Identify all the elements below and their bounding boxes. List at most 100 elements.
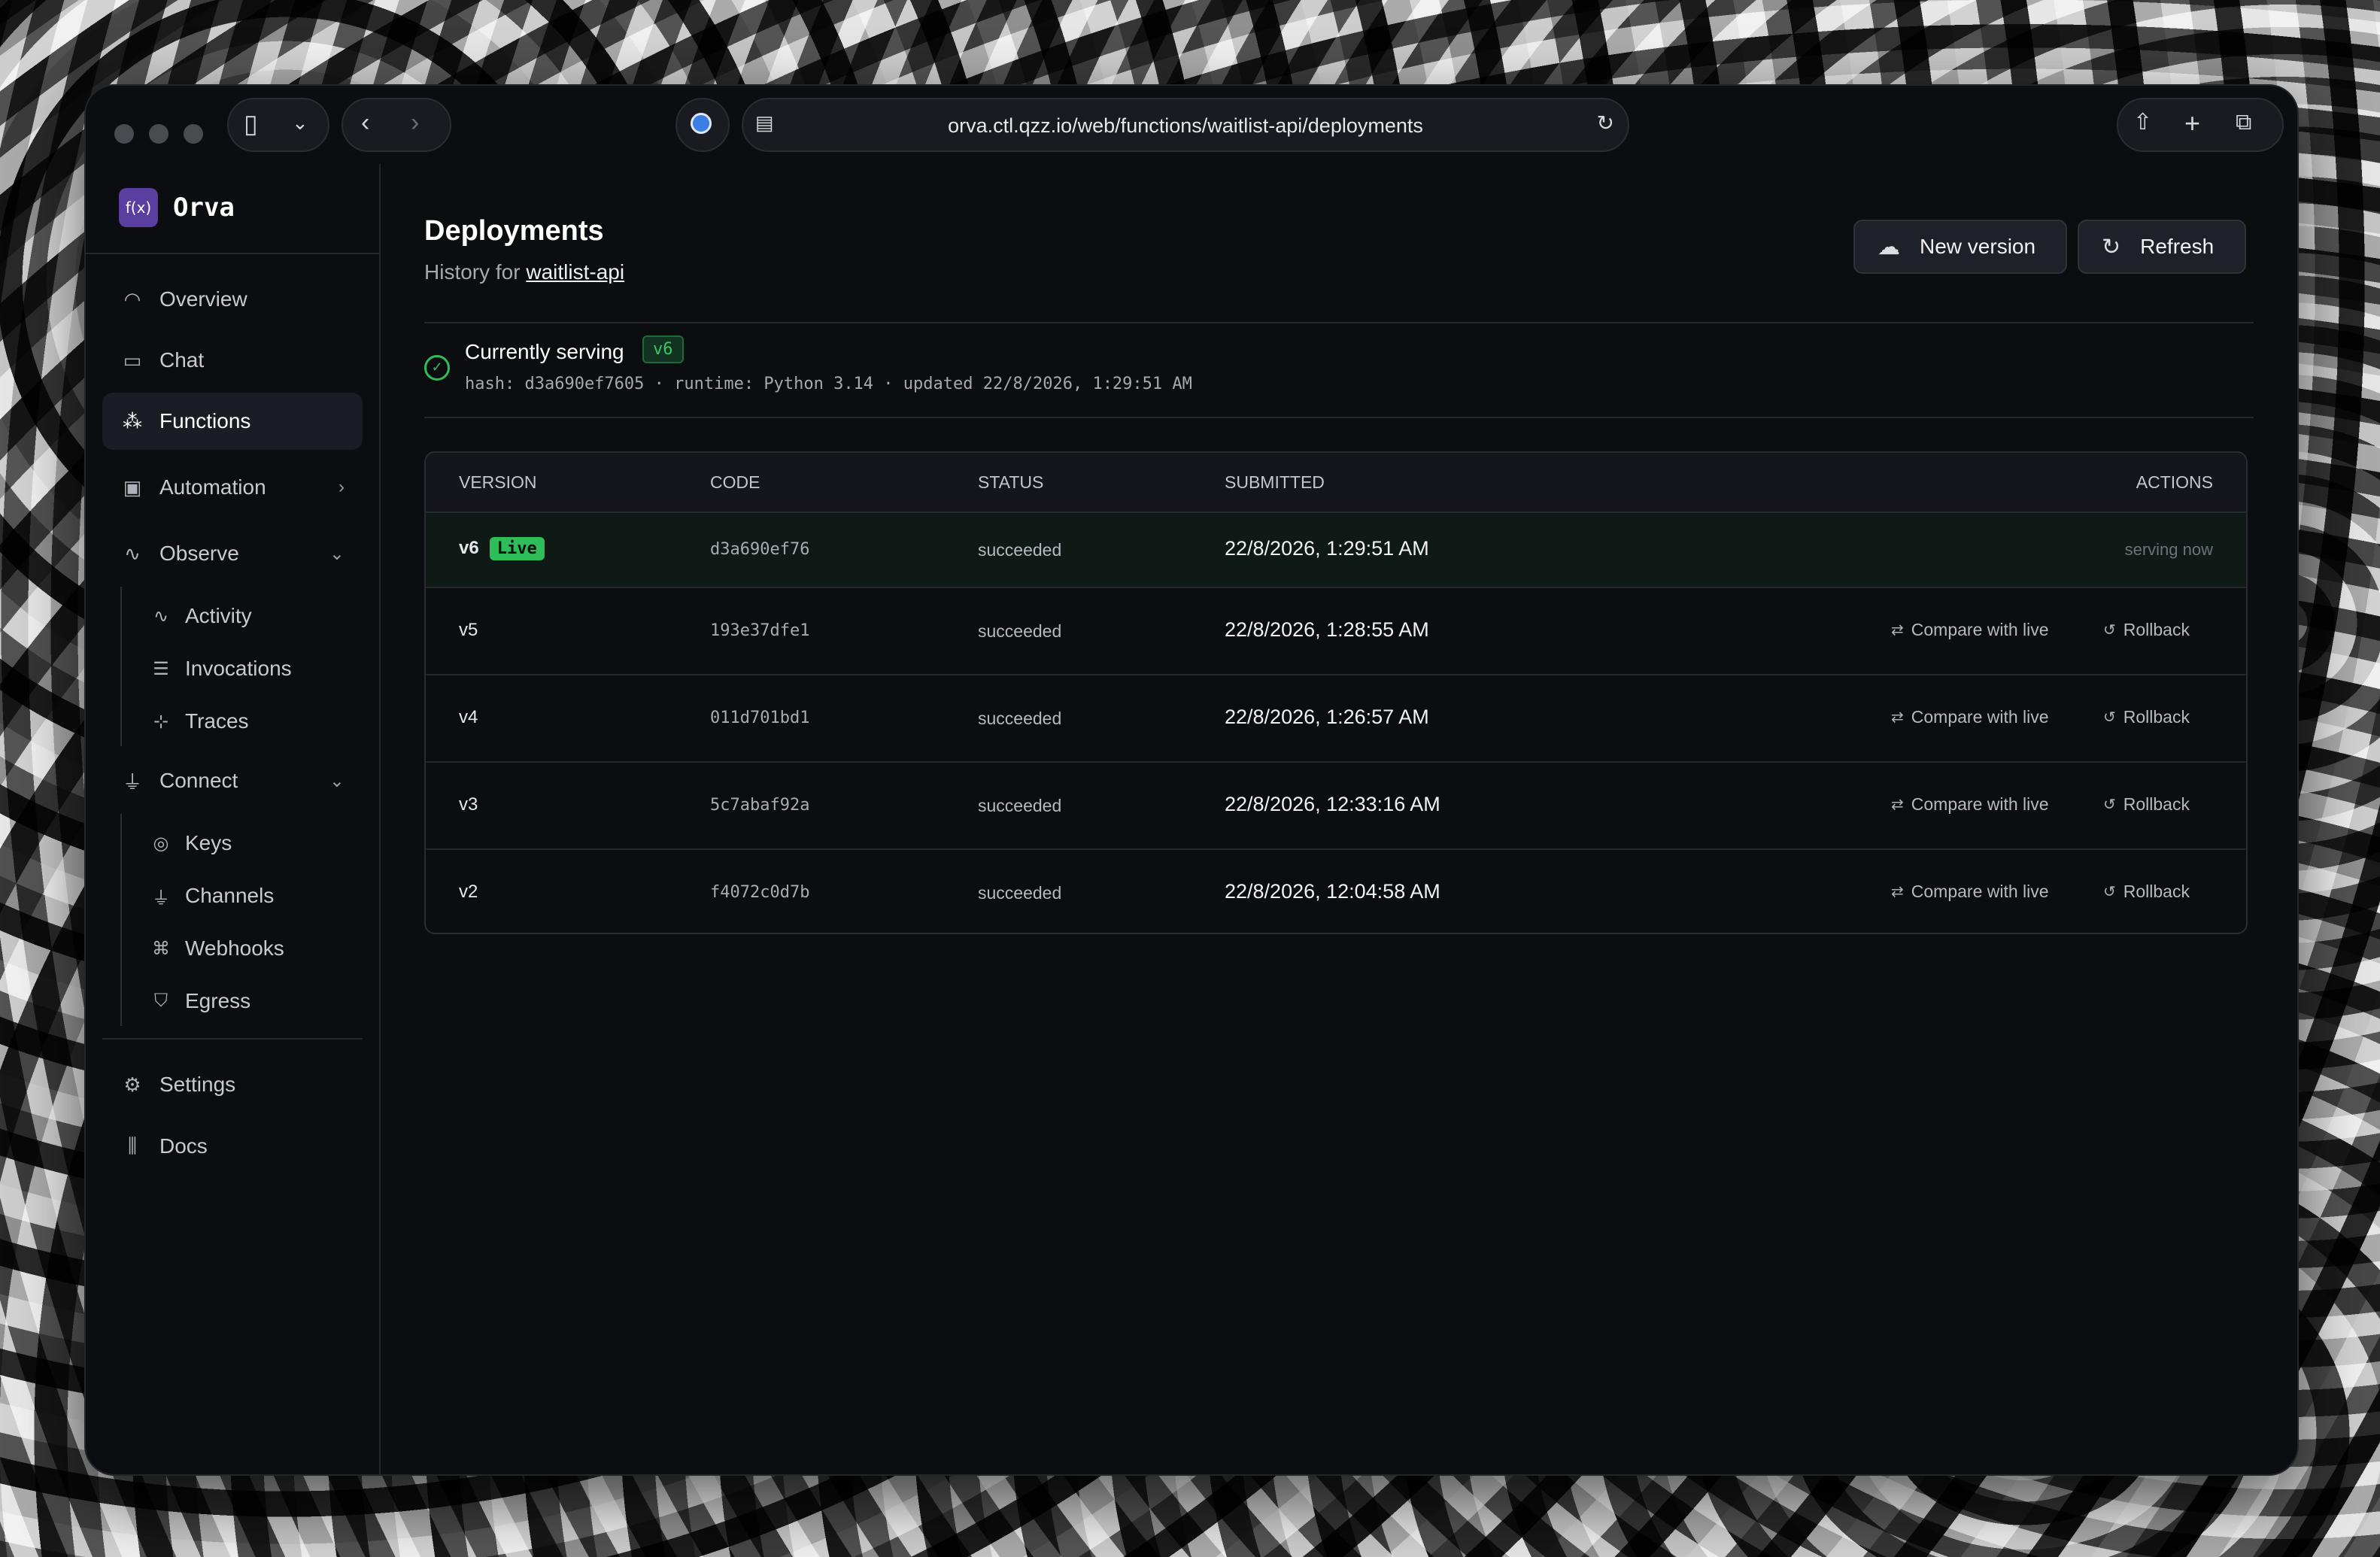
- serving-title: Currently serving: [465, 340, 624, 363]
- new-version-button[interactable]: ☁ New version: [1853, 220, 2067, 274]
- sidebar-item-label: Webhooks: [185, 936, 284, 960]
- column-header-submitted: SUBMITTED: [1225, 472, 1325, 492]
- rollback-button[interactable]: ↺ Rollback: [2103, 707, 2190, 727]
- tab-overview-icon[interactable]: ⧉: [2236, 111, 2251, 134]
- address-bar[interactable]: ▤ orva.ctl.qzz.io/web/functions/waitlist…: [742, 98, 1629, 152]
- sidebar-item-channels[interactable]: ⏚ Channels: [132, 873, 358, 919]
- activity-icon: ∿: [153, 606, 169, 627]
- serving-version-badge: v6: [642, 335, 684, 363]
- chat-icon: ▭: [123, 348, 142, 372]
- main-content: Deployments History for waitlist-api ☁ N…: [381, 164, 2297, 1474]
- sidebar: f(x) Orva ◠ Overview ▭ Chat ⁂ Functions …: [86, 164, 381, 1474]
- status-text: succeeded: [978, 709, 1062, 728]
- sidebar-item-label: Channels: [185, 884, 275, 907]
- back-button[interactable]: ‹: [361, 110, 369, 135]
- sidebar-item-traces[interactable]: ⊹ Traces: [132, 698, 358, 745]
- refresh-button[interactable]: ↻ Refresh: [2078, 220, 2246, 274]
- close-window-button[interactable]: [114, 124, 134, 144]
- sidebar-icon: ▯: [244, 110, 258, 138]
- table-row: v6 Live d3a690ef76 succeeded 22/8/2026, 1…: [426, 513, 2246, 588]
- compare-with-live-button[interactable]: ⇄ Compare with live: [1891, 620, 2049, 640]
- chevron-down-icon: ⌄: [329, 543, 345, 564]
- rollback-button[interactable]: ↺ Rollback: [2103, 794, 2190, 815]
- new-version-label: New version: [1920, 235, 2036, 258]
- sidebar-item-settings[interactable]: ⚙ Settings: [102, 1056, 363, 1113]
- password-manager-icon: [691, 113, 712, 134]
- live-badge: Live: [489, 537, 545, 560]
- sidebar-item-webhooks[interactable]: ⌘ Webhooks: [132, 925, 358, 972]
- brand[interactable]: f(x) Orva: [119, 187, 235, 229]
- divider: [102, 1038, 363, 1040]
- sidebar-item-automation[interactable]: ▣ Automation ›: [102, 459, 363, 516]
- password-manager-button[interactable]: [675, 98, 730, 152]
- forward-button[interactable]: ›: [411, 110, 419, 135]
- rollback-button[interactable]: ↺ Rollback: [2103, 882, 2190, 902]
- table-row: v5 193e37dfe1 succeeded 22/8/2026, 1:28:…: [426, 588, 2246, 675]
- rotate-ccw-icon: ↺: [2103, 709, 2116, 726]
- library-icon: ⫼: [128, 1134, 137, 1157]
- compare-with-live-button[interactable]: ⇄ Compare with live: [1891, 882, 2049, 902]
- rotate-ccw-icon: ↺: [2103, 622, 2116, 639]
- sidebar-item-label: Connect: [159, 769, 238, 792]
- submitted-date: 22/8/2026, 12:04:58 AM: [1225, 880, 1440, 903]
- sidebar-item-connect[interactable]: ⏚ Connect ⌄: [102, 752, 363, 809]
- reload-icon[interactable]: ↻: [1597, 113, 1614, 134]
- sidebar-item-label: Egress: [185, 989, 251, 1012]
- rotate-ccw-icon: ↺: [2103, 884, 2116, 900]
- sidebar-item-label: Functions: [159, 409, 251, 432]
- sidebar-item-chat[interactable]: ▭ Chat: [102, 332, 363, 389]
- pulse-icon: ∿: [124, 542, 141, 565]
- sidebar-item-label: Observe: [159, 542, 239, 565]
- list-tree-icon: ☰: [153, 658, 169, 679]
- new-tab-icon[interactable]: +: [2184, 110, 2200, 137]
- chevron-right-icon: ›: [338, 477, 345, 497]
- rollback-label: Rollback: [2123, 882, 2190, 901]
- submitted-date: 22/8/2026, 1:26:57 AM: [1225, 706, 1429, 728]
- status-text: succeeded: [978, 796, 1062, 815]
- zoom-window-button[interactable]: [184, 124, 203, 144]
- sidebar-item-functions[interactable]: ⁂ Functions: [102, 393, 363, 450]
- submitted-date: 22/8/2026, 1:29:51 AM: [1225, 537, 1429, 560]
- serving-now-text: serving now: [2124, 540, 2213, 559]
- status-text: succeeded: [978, 540, 1062, 560]
- share-icon[interactable]: ⇧: [2133, 111, 2152, 134]
- compare-with-live-button[interactable]: ⇄ Compare with live: [1891, 707, 2049, 727]
- compare-label: Compare with live: [1911, 882, 2049, 901]
- function-link[interactable]: waitlist-api: [526, 260, 624, 284]
- sidebar-item-invocations[interactable]: ☰ Invocations: [132, 645, 358, 692]
- sidebar-item-activity[interactable]: ∿ Activity: [132, 593, 358, 639]
- traces-icon: ⊹: [153, 711, 169, 732]
- compare-with-live-button[interactable]: ⇄ Compare with live: [1891, 794, 2049, 815]
- chevron-down-icon: ⌄: [292, 111, 308, 134]
- chevron-down-icon: ⌄: [329, 770, 345, 791]
- table-header: VERSION CODE STATUS SUBMITTED ACTIONS: [426, 453, 2246, 513]
- table-row: v4 011d701bd1 succeeded 22/8/2026, 1:26:…: [426, 675, 2246, 763]
- deployments-table: VERSION CODE STATUS SUBMITTED ACTIONS v6…: [424, 451, 2248, 934]
- calendar-icon: ▣: [123, 475, 142, 499]
- page-subtitle: History for waitlist-api: [424, 260, 624, 284]
- divider: [424, 322, 2254, 323]
- sidebar-item-label: Activity: [185, 604, 252, 627]
- rollback-label: Rollback: [2123, 794, 2190, 814]
- page-title: Deployments: [424, 215, 604, 247]
- column-header-code: CODE: [710, 472, 760, 492]
- sidebar-item-keys[interactable]: ◎ Keys: [132, 820, 358, 867]
- column-header-version: VERSION: [459, 472, 537, 492]
- sidebar-toggle-button[interactable]: ▯ ⌄: [227, 98, 329, 152]
- browser-toolbar: ▯ ⌄ ‹ › ▤ orva.ctl.qzz.io/web/functions/…: [86, 86, 2297, 164]
- compare-label: Compare with live: [1911, 794, 2049, 814]
- rollback-button[interactable]: ↺ Rollback: [2103, 620, 2190, 640]
- refresh-icon: ↻: [2102, 234, 2121, 260]
- gauge-icon: ◠: [123, 287, 141, 311]
- git-compare-icon: ⇄: [1891, 622, 1904, 639]
- column-header-status: STATUS: [978, 472, 1044, 492]
- column-header-actions: ACTIONS: [2136, 472, 2213, 492]
- minimize-window-button[interactable]: [149, 124, 168, 144]
- cloud-upload-icon: ☁: [1878, 234, 1900, 260]
- tree-line: [120, 587, 122, 746]
- sidebar-item-overview[interactable]: ◠ Overview: [102, 271, 363, 328]
- sidebar-item-docs[interactable]: ⫼ Docs: [102, 1118, 363, 1175]
- webhook-icon: ⌘: [152, 938, 170, 959]
- sidebar-item-observe[interactable]: ∿ Observe ⌄: [102, 525, 363, 582]
- sidebar-item-egress[interactable]: ⛉ Egress: [132, 978, 358, 1024]
